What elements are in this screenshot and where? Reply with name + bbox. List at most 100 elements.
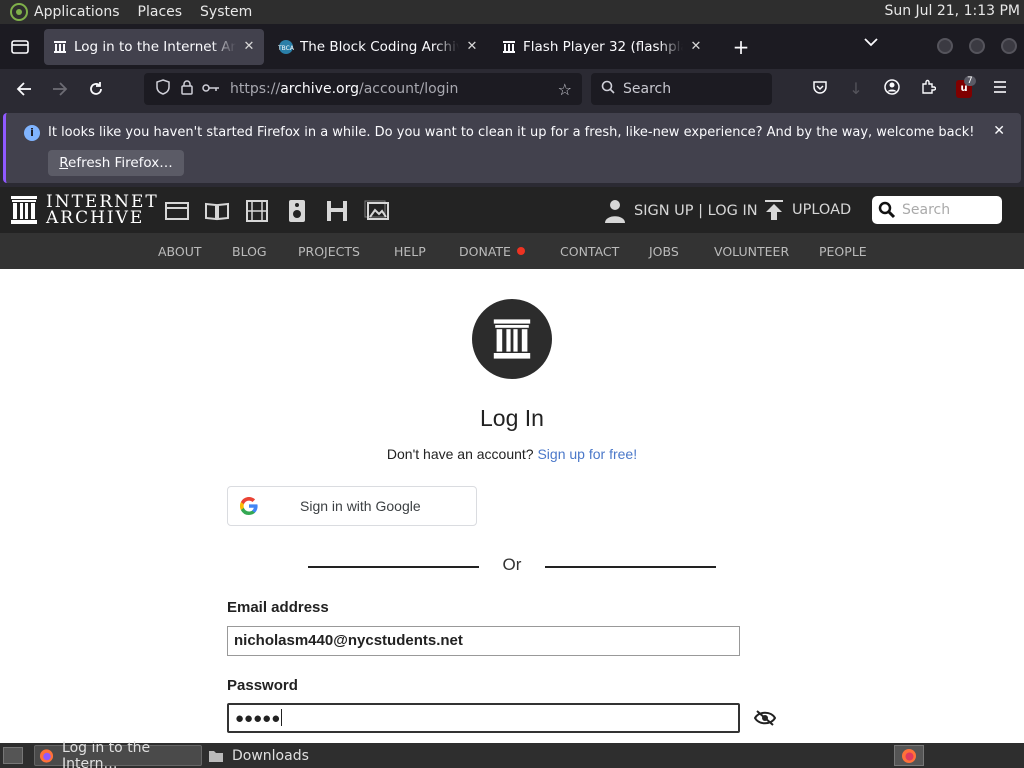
firefox-icon xyxy=(39,748,54,763)
svg-text:TBCA: TBCA xyxy=(278,45,294,52)
email-label: Email address xyxy=(227,599,329,616)
bookmark-star-icon[interactable]: ☆ xyxy=(558,80,572,99)
donate-heart-icon xyxy=(516,247,525,255)
nav-people[interactable]: PEOPLE xyxy=(819,244,867,259)
archive-icon xyxy=(501,39,517,55)
page-title: Log In xyxy=(480,405,544,431)
tab-close-icon[interactable]: ✕ xyxy=(689,39,703,54)
ia-secondary-nav: ABOUT BLOG PROJECTS HELP DONATE CONTACT … xyxy=(0,233,1024,269)
nav-jobs[interactable]: JOBS xyxy=(649,244,679,259)
firefox-view-button[interactable] xyxy=(2,29,38,65)
tab-flash-player[interactable]: Flash Player 32 (flashplayer ✕ xyxy=(493,29,711,65)
upload-icon xyxy=(765,200,783,220)
forward-arrow-icon[interactable] xyxy=(44,73,76,105)
images-icon[interactable] xyxy=(364,199,390,223)
signup-link[interactable]: Sign up for free! xyxy=(537,446,637,462)
firefox-view-icon xyxy=(11,39,29,54)
tab-title: Flash Player 32 (flashplayer xyxy=(523,38,683,55)
minimize-window-button[interactable] xyxy=(937,38,953,54)
key-icon[interactable] xyxy=(202,81,220,97)
pocket-icon[interactable] xyxy=(810,79,830,99)
nav-volunteer[interactable]: VOLUNTEER xyxy=(714,244,789,259)
ia-signup-login-link[interactable]: SIGN UP | LOG IN xyxy=(604,199,758,223)
new-tab-plus-icon[interactable]: + xyxy=(729,35,753,59)
url-bar[interactable]: https://archive.org/account/login ☆ xyxy=(144,73,582,105)
tab-close-icon[interactable]: ✕ xyxy=(465,39,479,54)
divider-right xyxy=(545,566,716,568)
tray-firefox-icon[interactable] xyxy=(894,745,924,766)
taskbar-firefox-window[interactable]: Log in to the Intern… xyxy=(34,740,202,768)
tab-title: Log in to the Internet Archive xyxy=(74,38,236,55)
video-icon[interactable] xyxy=(244,199,270,223)
search-icon xyxy=(878,201,896,219)
ia-logo-text: INTERNET ARCHIVE xyxy=(46,192,159,228)
search-placeholder: Search xyxy=(623,81,672,97)
nav-about[interactable]: ABOUT xyxy=(158,244,202,259)
nav-donate[interactable]: DONATE xyxy=(459,244,525,259)
google-g-icon xyxy=(240,497,258,515)
nav-contact[interactable]: CONTACT xyxy=(560,244,619,259)
download-arrow-icon[interactable]: ↓ xyxy=(846,79,866,98)
account-icon[interactable] xyxy=(882,79,902,99)
show-desktop-icon[interactable] xyxy=(3,747,23,764)
password-field[interactable]: ●●●●● xyxy=(227,703,740,733)
firefox-refresh-notification: i It looks like you haven't started Fire… xyxy=(3,113,1021,183)
ia-logo[interactable]: INTERNET ARCHIVE xyxy=(10,192,159,228)
nav-blog[interactable]: BLOG xyxy=(232,244,267,259)
tbca-icon: TBCA xyxy=(278,39,294,55)
ia-circle-logo xyxy=(472,299,552,379)
reload-icon[interactable] xyxy=(80,73,112,105)
url-text: https://archive.org/account/login xyxy=(230,81,459,97)
ia-search-input[interactable]: Search xyxy=(872,196,1002,224)
close-window-button[interactable] xyxy=(1001,38,1017,54)
notification-message: It looks like you haven't started Firefo… xyxy=(48,125,975,140)
text-caret xyxy=(281,709,283,726)
ia-top-bar: INTERNET ARCHIVE SIGN UP | LOG IN UPLOAD… xyxy=(0,187,1024,233)
nav-projects[interactable]: PROJECTS xyxy=(298,244,360,259)
ia-temple-logo-icon xyxy=(11,196,37,224)
desktop-top-panel: Applications Places System Sun Jul 21, 1… xyxy=(0,0,1024,24)
texts-icon[interactable] xyxy=(204,199,230,223)
hide-password-eye-icon[interactable] xyxy=(754,709,776,727)
login-page: Log In Don't have an account? Sign up fo… xyxy=(0,269,1024,743)
web-icon[interactable] xyxy=(164,199,190,223)
distro-logo-icon[interactable] xyxy=(10,3,28,21)
or-divider-text: Or xyxy=(502,555,522,574)
list-all-tabs-chevron-icon[interactable] xyxy=(864,36,878,50)
nav-help[interactable]: HELP xyxy=(394,244,426,259)
hamburger-menu-icon[interactable] xyxy=(990,79,1010,98)
taskbar-downloads-window[interactable]: Downloads xyxy=(204,745,384,766)
sign-in-with-google-button[interactable]: Sign in with Google xyxy=(227,486,477,526)
folder-icon xyxy=(209,750,223,762)
ublock-count-badge: 7 xyxy=(964,76,976,86)
tab-internet-archive-login[interactable]: Log in to the Internet Archive ✕ xyxy=(44,28,264,65)
software-icon[interactable] xyxy=(324,199,350,223)
clock[interactable]: Sun Jul 21, 1:13 PM xyxy=(884,3,1020,19)
refresh-firefox-button[interactable]: Refresh Firefox… xyxy=(48,150,184,176)
archive-icon xyxy=(52,39,68,55)
navigation-toolbar: https://archive.org/account/login ☆ Sear… xyxy=(0,69,1024,109)
menu-places[interactable]: Places xyxy=(138,4,183,20)
menu-applications[interactable]: Applications xyxy=(34,4,120,20)
tab-strip: Log in to the Internet Archive ✕ TBCA Th… xyxy=(0,24,1024,69)
search-icon xyxy=(601,80,615,98)
search-bar[interactable]: Search xyxy=(591,73,772,105)
signup-prompt: Don't have an account? Sign up for free! xyxy=(386,446,638,462)
lock-icon[interactable] xyxy=(178,79,196,99)
info-icon: i xyxy=(24,125,40,141)
ia-temple-logo-icon xyxy=(493,319,531,359)
menu-system[interactable]: System xyxy=(200,4,252,20)
tab-block-coding-archive[interactable]: TBCA The Block Coding Archive M ✕ xyxy=(270,29,487,65)
tab-title: The Block Coding Archive M xyxy=(300,38,459,55)
ia-upload-link[interactable]: UPLOAD xyxy=(764,199,851,221)
user-icon xyxy=(605,200,625,223)
audio-icon[interactable] xyxy=(284,199,310,223)
tab-close-icon[interactable]: ✕ xyxy=(242,39,256,54)
back-arrow-icon[interactable] xyxy=(8,73,40,105)
email-field[interactable]: nicholasm440@nycstudents.net xyxy=(227,626,740,656)
notification-close-icon[interactable]: ✕ xyxy=(993,123,1005,139)
extensions-puzzle-icon[interactable] xyxy=(918,79,938,99)
maximize-window-button[interactable] xyxy=(969,38,985,54)
tracking-protection-shield-icon[interactable] xyxy=(154,79,172,99)
desktop-taskbar: Log in to the Intern… Downloads xyxy=(0,740,1024,768)
